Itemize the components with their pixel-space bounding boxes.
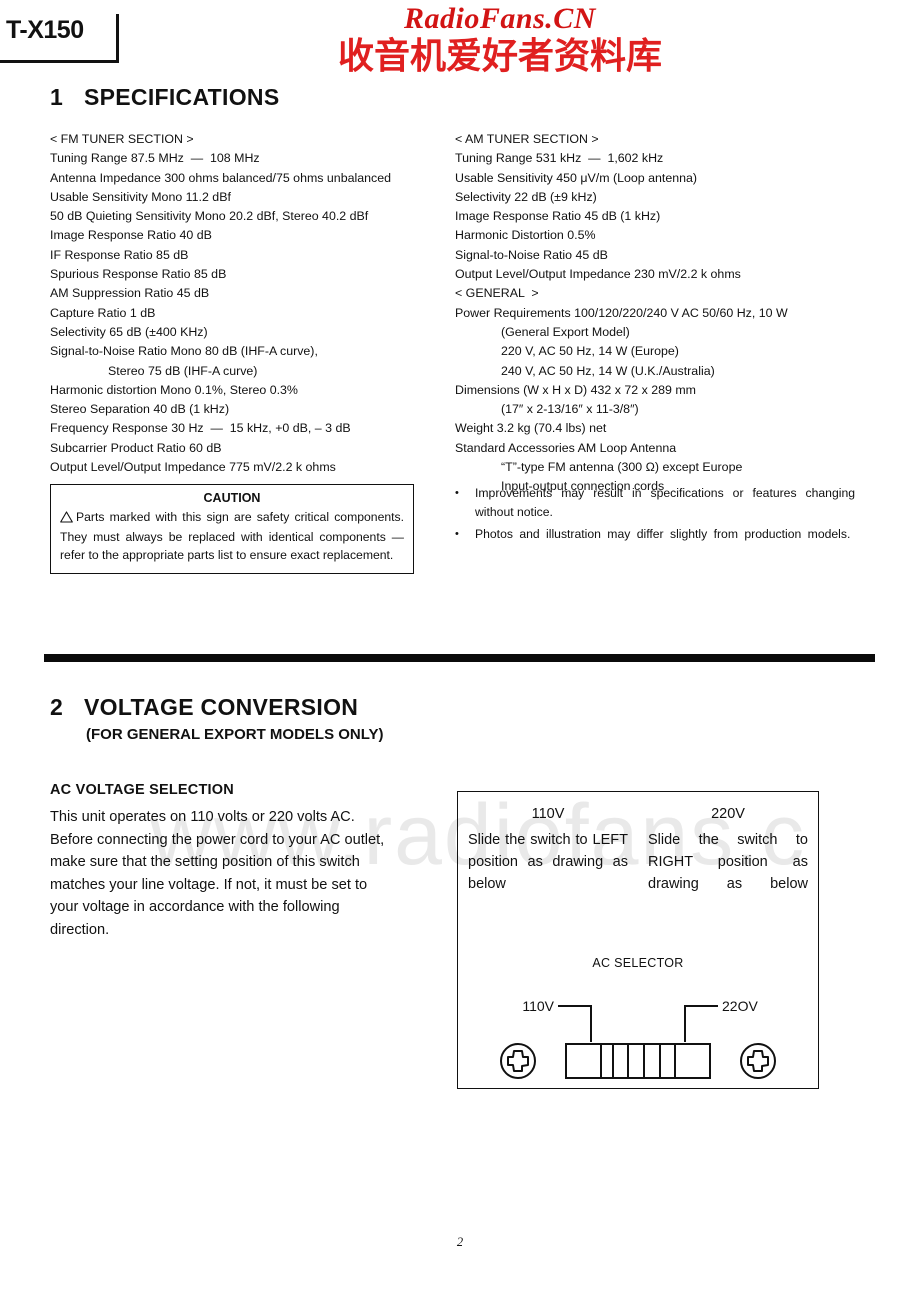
spec-line: (17″ x 2-13/16″ x 11-3/8″)	[501, 402, 639, 417]
am-tuner-spec-list: Tuning Range 531 kHz — 1,602 kHz Usable S…	[455, 149, 855, 284]
page-title: 1 SPECIFICATIONS	[50, 84, 279, 111]
spec-line: Capture Ratio 1 dB	[50, 305, 156, 320]
voltage-diagram-box: 110V Slide the switch to LEFT position a…	[457, 791, 819, 1089]
spec-line: 50 dB Quieting Sensitivity Mono 20.2 dBf…	[50, 209, 369, 224]
note-text: Improvements may result in specification…	[475, 486, 855, 519]
am-tuner-spec-column: < AM TUNER SECTION > Tuning Range 531 kH…	[455, 130, 855, 497]
watermark-chinese-text: 收音机爱好者资料库	[337, 36, 662, 77]
general-spec-list: Power Requirements 100/120/220/240 V AC …	[455, 304, 855, 497]
spec-line: Harmonic Distortion 0.5%	[455, 228, 596, 243]
spec-line: Harmonic distortion Mono 0.1%, Stereo 0.…	[50, 382, 298, 397]
phillips-screw-icon	[740, 1043, 776, 1079]
spec-line: Dimensions (W x H x D) 432 x 72 x 289 mm	[455, 382, 696, 397]
spec-line: Spurious Response Ratio 85 dB	[50, 267, 227, 282]
spec-line: Image Response Ratio 45 dB (1 kHz)	[455, 209, 661, 224]
spec-line: Standard Accessories AM Loop Antenna	[455, 440, 677, 455]
bullet-icon: •	[455, 487, 459, 499]
specifications-section-number: 1	[50, 84, 64, 110]
spec-line: Usable Sensitivity 450 μV/m (Loop antenn…	[455, 170, 698, 185]
spec-line: Signal-to-Noise Ratio 45 dB	[455, 247, 608, 262]
list-item: • Photos and illustration may differ sli…	[455, 525, 855, 544]
terminal-label-220v: 22OV	[722, 998, 758, 1014]
voltage-instruction-110v: Slide the switch to LEFT position as dra…	[468, 832, 628, 892]
voltage-conversion-subtitle: (FOR GENERAL EXPORT MODELS ONLY)	[86, 726, 384, 743]
watermark-logo: RadioFans.CN 收音机爱好者资料库	[290, 2, 710, 78]
spec-line: Output Level/Output Impedance 230 mV/2.2…	[455, 267, 741, 282]
caution-body-text: Parts marked with this sign are safety c…	[60, 508, 404, 564]
spec-line: Tuning Range 531 kHz — 1,602 kHz	[455, 151, 664, 166]
spec-line: 240 V, AC 50 Hz, 14 W (U.K./Australia)	[501, 363, 715, 378]
am-tuner-heading: < AM TUNER SECTION >	[455, 132, 599, 146]
voltage-column-220v: 220V Slide the switch to RIGHT position …	[638, 806, 818, 895]
terminal-label-110v: 110V	[522, 998, 554, 1014]
phillips-screw-icon	[500, 1043, 536, 1079]
page-number: 2	[456, 1235, 464, 1249]
spec-line: Weight 3.2 kg (70.4 lbs) net	[455, 421, 607, 436]
caution-title: CAUTION	[203, 491, 261, 505]
spec-line: Stereo 75 dB (IHF-A curve)	[108, 363, 258, 378]
voltage-label-220v: 220V	[711, 806, 745, 822]
general-heading: < GENERAL >	[455, 286, 539, 301]
model-number-label: T-X150	[6, 16, 84, 44]
fm-tuner-heading: < FM TUNER SECTION >	[50, 132, 194, 146]
spec-line: Usable Sensitivity Mono 11.2 dBf	[50, 189, 231, 204]
spec-line: Output Level/Output Impedance 775 mV/2.2…	[50, 460, 336, 475]
fm-tuner-spec-list: Tuning Range 87.5 MHz — 108 MHz Antenna I…	[50, 149, 445, 477]
spec-line: Stereo Separation 40 dB (1 kHz)	[50, 402, 230, 417]
voltage-conversion-heading: 2 VOLTAGE CONVERSION	[50, 694, 358, 721]
spec-line: Frequency Response 30 Hz — 15 kHz, +0 dB…	[50, 421, 351, 436]
voltage-instruction-220v: Slide the switch to RIGHT position as dr…	[648, 832, 808, 892]
spec-line: Tuning Range 87.5 MHz — 108 MHz	[50, 151, 260, 166]
spec-line: AM Suppression Ratio 45 dB	[50, 286, 210, 301]
specifications-section-title: SPECIFICATIONS	[84, 84, 280, 110]
spec-line: Selectivity 65 dB (±400 KHz)	[50, 324, 208, 339]
voltage-instruction-columns: 110V Slide the switch to LEFT position a…	[458, 792, 818, 895]
fm-tuner-spec-column: < FM TUNER SECTION > Tuning Range 87.5 M…	[50, 130, 445, 477]
terminal-leader-lines	[558, 1005, 718, 1042]
note-text: Photos and illustration may differ sligh…	[475, 527, 851, 541]
spec-line: Selectivity 22 dB (±9 kHz)	[455, 189, 597, 204]
spec-line: Image Response Ratio 40 dB	[50, 228, 212, 243]
ac-selector-label: AC SELECTOR	[592, 956, 684, 970]
model-number-tag: T-X150	[0, 14, 119, 63]
ac-selector-switch-diagram: 110V 22OV	[458, 988, 818, 1089]
voltage-label-110v: 110V	[531, 806, 565, 822]
spec-line: 220 V, AC 50 Hz, 14 W (Europe)	[501, 344, 679, 359]
spec-line: Antenna Impedance 300 ohms balanced/75 o…	[50, 170, 391, 185]
section-divider	[44, 654, 875, 662]
ac-voltage-selection-title: AC VOLTAGE SELECTION	[50, 782, 234, 798]
spec-line: Subcarrier Product Ratio 60 dB	[50, 440, 222, 455]
list-item: • Improvements may result in specificati…	[455, 484, 855, 521]
spec-line: “T”-type FM antenna (300 Ω) except Europ…	[501, 460, 743, 475]
warning-triangle-icon	[60, 510, 73, 528]
spec-line: Power Requirements 100/120/220/240 V AC …	[455, 305, 788, 320]
voltage-column-110v: 110V Slide the switch to LEFT position a…	[458, 806, 638, 895]
caution-box: CAUTION Parts marked with this sign are …	[50, 484, 414, 574]
slide-switch-icon	[565, 1043, 711, 1079]
spec-line: Signal-to-Noise Ratio Mono 80 dB (IHF-A …	[50, 344, 318, 359]
watermark-english-text: RadioFans.CN	[404, 2, 596, 35]
switch-diagram-svg: 110V 22OV	[500, 998, 776, 1079]
caution-body-label: Parts marked with this sign are safety c…	[60, 510, 404, 562]
voltage-section-title: VOLTAGE CONVERSION	[84, 694, 359, 720]
bullet-icon: •	[455, 528, 459, 540]
notes-list: • Improvements may result in specificati…	[455, 484, 855, 548]
ac-voltage-selection-body: This unit operates on 110 volts or 220 v…	[50, 809, 385, 938]
spec-line: (General Export Model)	[501, 324, 630, 339]
voltage-section-number: 2	[50, 694, 64, 720]
spec-line: IF Response Ratio 85 dB	[50, 247, 189, 262]
